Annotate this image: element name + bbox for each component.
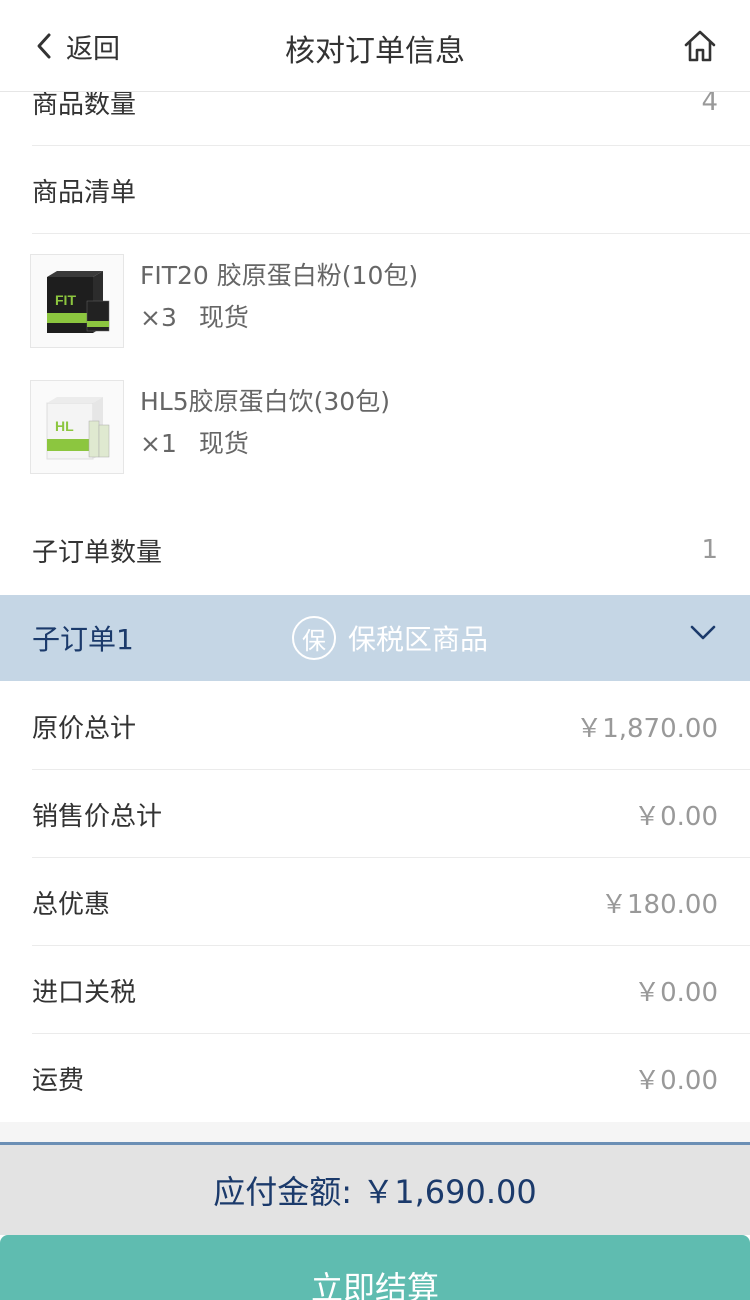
product-stock: 现货 [198,429,249,458]
chevron-down-icon[interactable] [690,625,716,641]
suborder-count-row: 子订单数量 1 [32,506,750,594]
cost-value: ￥0.00 [634,977,718,1008]
product-item[interactable]: FIT FIT20 胶原蛋白粉(10包) ×3 现货 [30,254,418,348]
cost-label: 进口关税 [32,977,137,1008]
cost-value: ￥1,870.00 [576,713,718,744]
product-stock: 现货 [198,303,249,332]
cost-value: ￥0.00 [634,1065,718,1096]
product-qty: ×1 [140,429,177,458]
product-name: HL5胶原蛋白饮(30包) [140,387,390,416]
payable-amount: 应付金额: ￥1,690.00 [213,1173,537,1211]
suborder-header[interactable]: 子订单1 保 保税区商品 [0,595,750,681]
suborder-count-label: 子订单数量 [32,537,163,568]
cost-row-sale-total: 销售价总计 ￥0.00 [32,770,750,858]
page-title: 核对订单信息 [285,34,465,69]
bonded-badge-icon: 保 [292,616,336,660]
product-name: FIT20 胶原蛋白粉(10包) [140,261,419,290]
suborder-count-value: 1 [701,535,718,565]
svg-text:HL: HL [55,418,74,434]
product-qty: ×3 [140,303,177,332]
home-button[interactable] [682,26,718,66]
cost-label: 原价总计 [32,713,137,744]
header-bar: 返回 核对订单信息 [0,0,750,92]
cost-row-discount: 总优惠 ￥180.00 [32,858,750,946]
cost-value: ￥180.00 [601,889,718,920]
product-list-row: 商品清单 [32,146,750,234]
footer-spacer [0,1122,750,1142]
divider [32,233,750,234]
svg-text:FIT: FIT [55,292,76,308]
product-item[interactable]: HL HL5胶原蛋白饮(30包) ×1 现货 [30,380,390,474]
product-qty-line: ×1 现货 [140,422,390,466]
cost-label: 总优惠 [32,889,111,920]
product-list-label: 商品清单 [32,177,137,208]
suborder-title: 子订单1 [32,623,134,656]
cost-row-import-tax: 进口关税 ￥0.00 [32,946,750,1034]
bonded-tag: 保 保税区商品 [292,616,488,660]
cost-label: 运费 [32,1065,85,1096]
product-thumbnail: HL [30,380,124,474]
bonded-label: 保税区商品 [348,623,489,656]
checkout-button[interactable]: 立即结算 [0,1235,750,1300]
cost-label: 销售价总计 [32,801,163,832]
checkout-label: 立即结算 [310,1269,439,1300]
payable-amount-bar: 应付金额: ￥1,690.00 [0,1142,750,1235]
product-thumbnail: FIT [30,254,124,348]
product-qty-line: ×3 现货 [140,296,418,340]
cost-row-shipping: 运费 ￥0.00 [32,1034,750,1122]
cost-value: ￥0.00 [634,801,718,832]
cost-row-original-total: 原价总计 ￥1,870.00 [32,682,750,770]
home-icon [684,30,716,62]
